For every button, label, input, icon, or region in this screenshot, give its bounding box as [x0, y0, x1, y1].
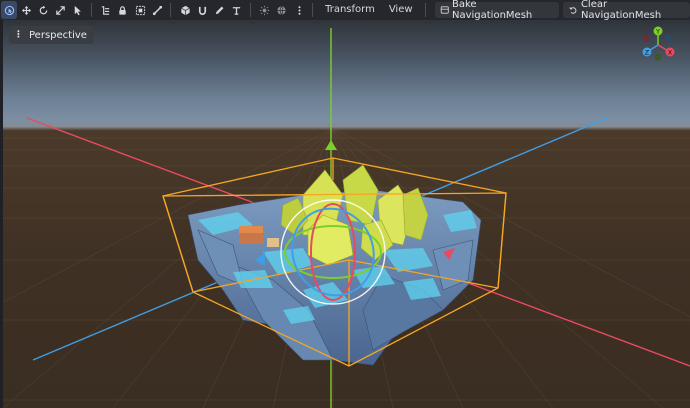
bake-icon [440, 6, 449, 14]
toolbar-separator [170, 3, 172, 17]
sun-icon [259, 5, 270, 15]
perspective-label: Perspective [29, 29, 87, 41]
list-select-icon [102, 5, 110, 15]
scale-mode-button[interactable] [52, 1, 68, 19]
gizmo-x-label: X [668, 49, 673, 57]
pencil-icon [215, 6, 224, 14]
scale-mode-icon [56, 5, 65, 15]
rotate-mode-icon [39, 5, 48, 14]
lock-icon [119, 5, 127, 15]
pointer-button[interactable] [70, 1, 86, 19]
environment-button[interactable] [274, 1, 290, 19]
bone-button[interactable] [149, 1, 165, 19]
toolbar-separator [424, 3, 426, 17]
snap-button[interactable] [194, 1, 210, 19]
ruler-icon [232, 6, 241, 15]
view-menu[interactable]: View [382, 1, 420, 19]
ruler-button[interactable] [229, 1, 245, 19]
cube-button[interactable] [177, 1, 193, 19]
gizmo-z-label: Z [645, 49, 650, 57]
pencil-button[interactable] [211, 1, 227, 19]
environment-icon [277, 5, 287, 15]
select-mode-button[interactable] [1, 1, 18, 19]
move-mode-button[interactable] [18, 1, 34, 19]
move-mode-icon [21, 5, 31, 15]
3d-viewport[interactable]: ⋮ Perspective Y Z X [3, 20, 690, 408]
menu-dots-icon: ⋮ [14, 30, 23, 40]
toolbar-separator [90, 3, 92, 17]
scene-canvas [3, 28, 690, 408]
gizmo-y-label: Y [655, 28, 660, 36]
editor-toolbar: Transform View Bake NavigationMesh Clear… [0, 0, 690, 21]
undo-icon [569, 7, 577, 14]
toolbar-separator [249, 3, 251, 17]
list-select-button[interactable] [98, 1, 114, 19]
transform-menu[interactable]: Transform [318, 1, 382, 19]
more-button[interactable] [291, 1, 307, 19]
pointer-icon [74, 5, 81, 15]
bone-icon [152, 5, 162, 15]
group-icon [135, 5, 145, 15]
sun-button[interactable] [257, 1, 273, 19]
more-icon [298, 5, 301, 15]
view-orientation-gizmo[interactable]: Y Z X [639, 26, 677, 64]
bake-navigationmesh-label: Bake NavigationMesh [451, 0, 533, 21]
cube-icon [180, 5, 190, 15]
bake-navigationmesh-button[interactable]: Bake NavigationMesh [434, 0, 560, 21]
perspective-menu-button[interactable]: ⋮ Perspective [9, 26, 94, 44]
lock-button[interactable] [115, 1, 131, 19]
select-mode-icon [4, 5, 14, 15]
clear-navigationmesh-label: Clear NavigationMesh [580, 0, 662, 21]
group-button[interactable] [132, 1, 148, 19]
toolbar-separator [312, 3, 314, 17]
clear-navigationmesh-button[interactable]: Clear NavigationMesh [563, 0, 690, 21]
rotate-mode-button[interactable] [35, 1, 51, 19]
snap-icon [198, 6, 206, 15]
